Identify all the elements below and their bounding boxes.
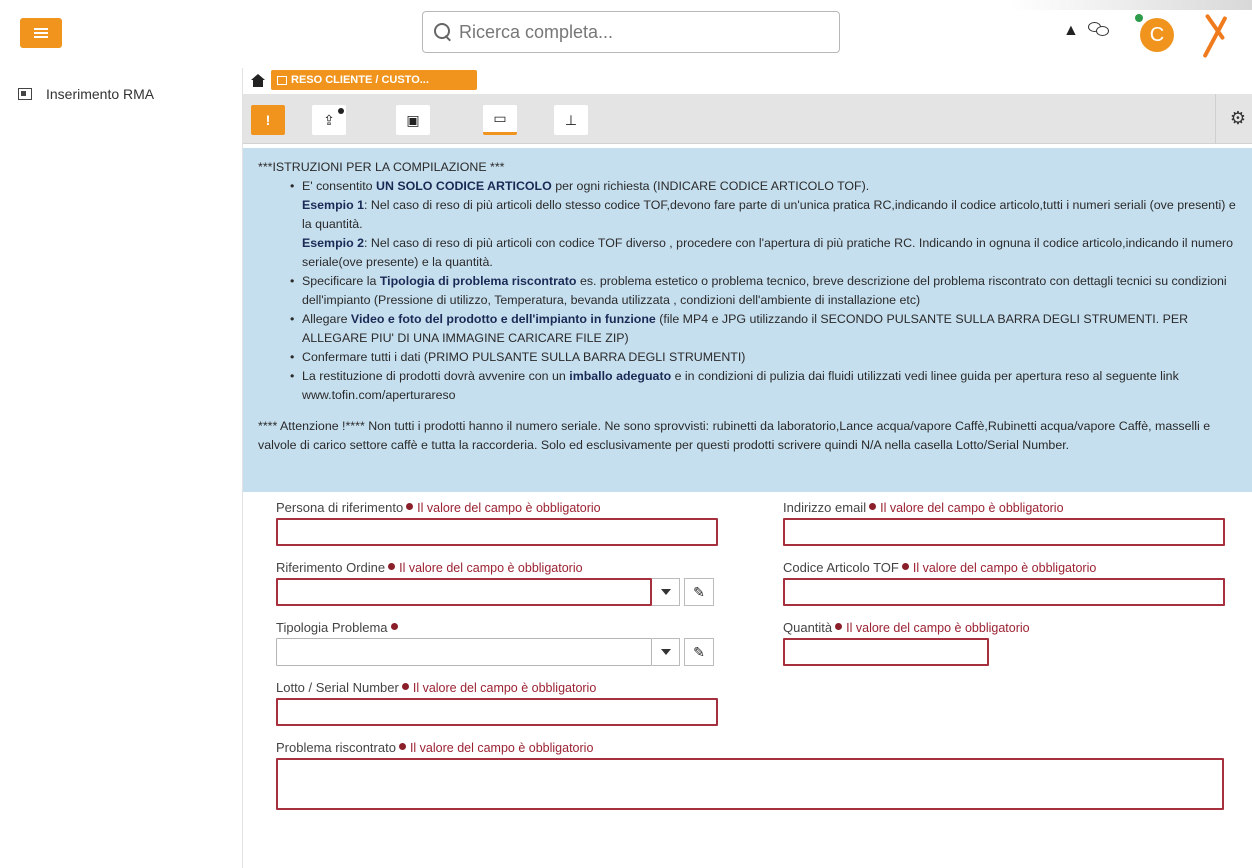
field-ordine: Riferimento Ordine Il valore del campo è … — [276, 560, 714, 606]
eraser-icon: ✎ — [693, 643, 705, 660]
field-persona: Persona di riferimento Il valore del camp… — [276, 500, 718, 546]
required-dot — [401, 683, 409, 690]
monitor-button[interactable]: ▭ — [483, 105, 517, 135]
chevron-down-icon — [660, 589, 671, 595]
field-label: Tipologia Problema — [276, 620, 714, 638]
problema-textarea[interactable] — [276, 758, 1224, 810]
instruction-item: Confermare tutti i dati (PRIMO PULSANTE … — [288, 348, 1242, 367]
required-dot — [388, 563, 396, 570]
chat-icon[interactable] — [1088, 20, 1112, 40]
document-button[interactable]: ▣ — [396, 105, 430, 135]
quantita-input[interactable] — [783, 638, 989, 666]
hamburger-icon — [34, 28, 48, 38]
tipologia-select[interactable] — [276, 638, 652, 666]
error-message: Il valore del campo è obbligatorio — [409, 741, 594, 755]
tipologia-combo: ✎ — [276, 638, 714, 666]
required-dot — [869, 503, 877, 510]
instruction-item: La restituzione di prodotti dovrà avveni… — [288, 367, 1242, 405]
instructions-list: E' consentito UN SOLO CODICE ARTICOLO pe… — [288, 177, 1242, 405]
brand-logo — [1200, 8, 1230, 59]
sidebar-item-label: Inserimento RMA — [46, 86, 155, 102]
error-message: Il valore del campo è obbligatorio — [412, 681, 597, 695]
status-dot — [338, 108, 344, 114]
field-lotto: Lotto / Serial Number Il valore del campo… — [276, 680, 718, 726]
field-label: Quantità Il valore del campo è obbligator… — [783, 620, 1030, 635]
example-2: Esempio 2: Nel caso di reso di più artic… — [302, 236, 1234, 269]
eraser-icon: ✎ — [693, 583, 705, 600]
breadcrumb: RESO CLIENTE / CUSTO... — [251, 70, 477, 90]
clear-button[interactable]: ✎ — [684, 638, 714, 666]
exclamation-icon: ! — [265, 112, 271, 128]
instructions-title: ***ISTRUZIONI PER LA COMPILAZIONE *** — [258, 160, 505, 174]
error-message: Il valore del campo è obbligatorio — [880, 501, 1064, 515]
gear-icon[interactable]: ⚙ — [1230, 108, 1246, 129]
ordine-combo: ✎ — [276, 578, 714, 606]
main-content: RESO CLIENTE / CUSTO... ! ⇪ ▣ ▭ ⊥ ⚙ ***I… — [243, 68, 1252, 868]
confirm-button[interactable]: ! — [251, 105, 285, 135]
error-message: Il valore del campo è obbligatorio — [417, 501, 601, 515]
lotto-input[interactable] — [276, 698, 718, 726]
pin-button[interactable]: ⊥ — [554, 105, 588, 135]
field-label: Codice Articolo TOF Il valore del campo è… — [783, 560, 1097, 575]
persona-input[interactable] — [276, 518, 718, 546]
pin-icon: ⊥ — [564, 111, 578, 128]
search-icon — [433, 22, 453, 42]
required-dot — [901, 563, 909, 570]
required-dot — [406, 503, 414, 510]
sidebar-item-inserimento-rma[interactable]: Inserimento RMA — [18, 86, 154, 102]
sidebar: Inserimento RMA — [0, 68, 243, 868]
instruction-item: E' consentito UN SOLO CODICE ARTICOLO pe… — [288, 177, 1242, 196]
tab-label: RESO CLIENTE / CUSTO... — [291, 74, 429, 86]
field-label: Riferimento Ordine Il valore del campo è … — [276, 560, 583, 575]
form-icon — [18, 88, 32, 100]
error-message: Il valore del campo è obbligatorio — [846, 621, 1030, 635]
field-label: Persona di riferimento Il valore del camp… — [276, 500, 601, 515]
top-bar: ▲ C — [0, 0, 1252, 68]
toolbar: ! ⇪ ▣ ▭ ⊥ ⚙ — [243, 94, 1252, 144]
error-message: Il valore del campo è obbligatorio — [399, 561, 583, 575]
instruction-item: Specificare la Tipologia di problema ris… — [288, 272, 1242, 310]
error-message: Il valore del campo è obbligatorio — [912, 561, 1097, 575]
field-problema: Problema riscontrato Il valore del campo … — [276, 740, 1224, 810]
field-codice-articolo: Codice Articolo TOF Il valore del campo è… — [783, 560, 1225, 606]
form-icon — [277, 75, 287, 85]
home-icon[interactable] — [251, 73, 265, 87]
monitor-icon: ▭ — [493, 110, 507, 126]
field-email: Indirizzo email Il valore del campo è obb… — [783, 500, 1225, 546]
rma-form: Persona di riferimento Il valore del camp… — [243, 500, 1252, 860]
ordine-input[interactable] — [276, 578, 652, 606]
email-input[interactable] — [783, 518, 1225, 546]
chevron-down-icon — [660, 649, 671, 655]
field-quantita: Quantità Il valore del campo è obbligator… — [783, 620, 1030, 666]
menu-button[interactable] — [20, 18, 62, 48]
upload-icon: ⇪ — [323, 111, 335, 128]
instructions-panel: ***ISTRUZIONI PER LA COMPILAZIONE *** E'… — [243, 148, 1252, 492]
field-label: Problema riscontrato Il valore del campo … — [276, 740, 594, 755]
document-icon: ▣ — [406, 111, 420, 128]
dropdown-button[interactable] — [652, 578, 680, 606]
required-dot — [398, 743, 406, 750]
tab-reso-cliente[interactable]: RESO CLIENTE / CUSTO... — [271, 70, 477, 90]
required-dot — [835, 623, 843, 630]
clear-button[interactable]: ✎ — [684, 578, 714, 606]
upload-button[interactable]: ⇪ — [312, 105, 346, 135]
online-status-dot — [1135, 14, 1143, 22]
dropdown-button[interactable] — [652, 638, 680, 666]
codice-articolo-input[interactable] — [783, 578, 1225, 606]
example-1: Esempio 1: Nel caso di reso di più artic… — [302, 198, 1236, 231]
avatar[interactable]: C — [1140, 18, 1174, 52]
required-dot — [390, 623, 398, 630]
instruction-item: Allegare Video e foto del prodotto e del… — [288, 310, 1242, 348]
field-tipologia: Tipologia Problema ✎ — [276, 620, 714, 666]
toolbar-separator — [1215, 94, 1216, 144]
field-label: Indirizzo email Il valore del campo è obb… — [783, 500, 1064, 515]
search-input[interactable] — [459, 21, 819, 43]
serial-number-note: **** Attenzione !**** Non tutti i prodot… — [258, 419, 1211, 452]
search-box[interactable] — [422, 11, 840, 53]
field-label: Lotto / Serial Number Il valore del campo… — [276, 680, 597, 695]
warning-icon[interactable]: ▲ — [1063, 22, 1079, 40]
